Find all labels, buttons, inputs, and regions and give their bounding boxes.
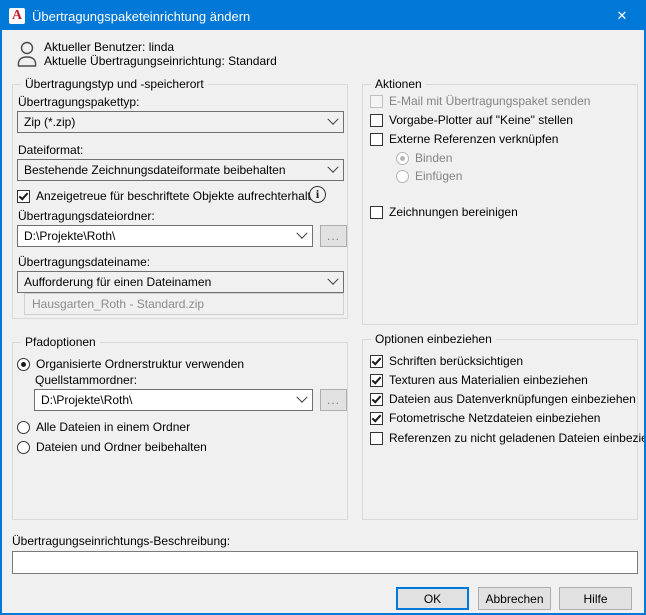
include-fonts-row[interactable]: Schriften berücksichtigen xyxy=(370,354,523,368)
include-fonts-label: Schriften berücksichtigen xyxy=(389,354,523,368)
radio-insert: Einfügen xyxy=(396,169,462,183)
xref-checkbox-row[interactable]: Externe Referenzen verknüpfen xyxy=(370,132,558,146)
group-transfer-type-title: Übertragungstyp und -speicherort xyxy=(21,77,208,91)
include-datalinks-checkbox[interactable] xyxy=(370,393,383,406)
include-fonts-checkbox[interactable] xyxy=(370,355,383,368)
radio-single-folder[interactable]: Alle Dateien in einem Ordner xyxy=(17,420,190,434)
chevron-down-icon xyxy=(327,162,338,173)
fidelity-checkbox[interactable] xyxy=(17,190,30,203)
transfer-folder-combobox[interactable]: D:\Projekte\Roth\ xyxy=(17,225,313,247)
group-include-options-title: Optionen einbeziehen xyxy=(371,332,496,346)
chevron-down-icon xyxy=(296,392,307,403)
plotter-checkbox-row[interactable]: Vorgabe-Plotter auf "Keine" stellen xyxy=(370,113,573,127)
include-photometric-checkbox[interactable] xyxy=(370,412,383,425)
file-format-value: Bestehende Zeichnungsdateiformate beibeh… xyxy=(24,163,286,177)
chevron-down-icon xyxy=(327,114,338,125)
fidelity-checkbox-row[interactable]: Anzeigetreue für beschriftete Objekte au… xyxy=(17,189,324,203)
email-checkbox xyxy=(370,95,383,108)
description-label: Übertragungseinrichtungs-Beschreibung: xyxy=(12,534,230,548)
cancel-button[interactable]: Abbrechen xyxy=(478,587,551,610)
file-format-select[interactable]: Bestehende Zeichnungsdateiformate beibeh… xyxy=(17,159,344,181)
group-actions-title: Aktionen xyxy=(371,77,426,91)
radio-keep-structure[interactable]: Dateien und Ordner beibehalten xyxy=(17,440,207,454)
plotter-checkbox[interactable] xyxy=(370,114,383,127)
package-type-label: Übertragungspakettyp: xyxy=(18,95,139,109)
email-checkbox-row: E-Mail mit Übertragungspaket senden xyxy=(370,94,590,108)
close-icon[interactable]: ✕ xyxy=(600,2,644,30)
package-type-value: Zip (*.zip) xyxy=(24,115,75,129)
purge-checkbox-row[interactable]: Zeichnungen bereinigen xyxy=(370,205,518,219)
include-textures-row[interactable]: Texturen aus Materialien einbeziehen xyxy=(370,373,588,387)
title-bar: A Übertragungspaketeinrichtung ändern ✕ xyxy=(2,2,644,30)
filename-preview-text: Hausgarten_Roth - Standard.zip xyxy=(32,297,204,311)
include-textures-label: Texturen aus Materialien einbeziehen xyxy=(389,373,588,387)
group-path-options-title: Pfadoptionen xyxy=(21,335,100,349)
radio-keep-structure-label: Dateien und Ordner beibehalten xyxy=(36,440,207,454)
email-label: E-Mail mit Übertragungspaket senden xyxy=(389,94,590,108)
include-unloaded-refs-label: Referenzen zu nicht geladenen Dateien ei… xyxy=(389,431,646,445)
radio-insert-label: Einfügen xyxy=(415,169,462,183)
radio-organized-structure[interactable]: Organisierte Ordnerstruktur verwenden xyxy=(17,357,244,371)
transfer-folder-label: Übertragungsdateiordner: xyxy=(18,209,155,223)
dialog-title: Übertragungspaketeinrichtung ändern xyxy=(32,9,250,24)
radio-bind-label: Binden xyxy=(415,151,452,165)
filename-mode-select[interactable]: Aufforderung für einen Dateinamen xyxy=(17,271,344,293)
include-photometric-label: Fotometrische Netzdateien einbeziehen xyxy=(389,411,600,425)
radio-button xyxy=(396,170,409,183)
info-icon[interactable]: i xyxy=(309,186,326,203)
current-setup-label: Aktuelle Übertragungseinrichtung: Standa… xyxy=(44,54,277,68)
chevron-down-icon xyxy=(327,274,338,285)
transfer-filename-label: Übertragungsdateiname: xyxy=(18,255,150,269)
radio-button[interactable] xyxy=(17,358,30,371)
radio-button xyxy=(396,152,409,165)
include-datalinks-row[interactable]: Dateien aus Datenverknüpfungen einbezieh… xyxy=(370,392,636,406)
user-icon xyxy=(15,40,39,68)
package-type-select[interactable]: Zip (*.zip) xyxy=(17,111,344,133)
current-user-label: Aktueller Benutzer: linda xyxy=(44,40,174,54)
chevron-down-icon xyxy=(296,228,307,239)
transfer-folder-value: D:\Projekte\Roth\ xyxy=(24,229,115,243)
plotter-label: Vorgabe-Plotter auf "Keine" stellen xyxy=(389,113,573,127)
include-textures-checkbox[interactable] xyxy=(370,374,383,387)
ok-button[interactable]: OK xyxy=(396,587,469,610)
source-root-combobox[interactable]: D:\Projekte\Roth\ xyxy=(34,389,313,411)
fidelity-label: Anzeigetreue für beschriftete Objekte au… xyxy=(36,189,324,203)
xref-label: Externe Referenzen verknüpfen xyxy=(389,132,558,146)
filename-mode-value: Aufforderung für einen Dateinamen xyxy=(24,275,211,289)
xref-checkbox[interactable] xyxy=(370,133,383,146)
include-datalinks-label: Dateien aus Datenverknüpfungen einbezieh… xyxy=(389,392,636,406)
radio-single-folder-label: Alle Dateien in einem Ordner xyxy=(36,420,190,434)
browse-source-root-button[interactable]: ... xyxy=(320,389,347,411)
filename-preview-field: Hausgarten_Roth - Standard.zip xyxy=(24,293,344,315)
include-photometric-row[interactable]: Fotometrische Netzdateien einbeziehen xyxy=(370,411,600,425)
radio-button[interactable] xyxy=(17,441,30,454)
purge-label: Zeichnungen bereinigen xyxy=(389,205,518,219)
description-input[interactable] xyxy=(12,551,638,574)
include-unloaded-refs-row[interactable]: Referenzen zu nicht geladenen Dateien ei… xyxy=(370,431,646,445)
help-button[interactable]: Hilfe xyxy=(559,587,632,610)
source-root-label: Quellstammordner: xyxy=(35,373,137,387)
autocad-logo-icon: A xyxy=(9,8,25,24)
include-unloaded-refs-checkbox[interactable] xyxy=(370,432,383,445)
source-root-value: D:\Projekte\Roth\ xyxy=(41,393,132,407)
radio-organized-label: Organisierte Ordnerstruktur verwenden xyxy=(36,357,244,371)
file-format-label: Dateiformat: xyxy=(18,143,83,157)
radio-button[interactable] xyxy=(17,421,30,434)
purge-checkbox[interactable] xyxy=(370,206,383,219)
transmittal-setup-dialog: A Übertragungspaketeinrichtung ändern ✕ … xyxy=(0,0,646,615)
radio-bind: Binden xyxy=(396,151,452,165)
browse-folder-button[interactable]: ... xyxy=(320,225,347,247)
